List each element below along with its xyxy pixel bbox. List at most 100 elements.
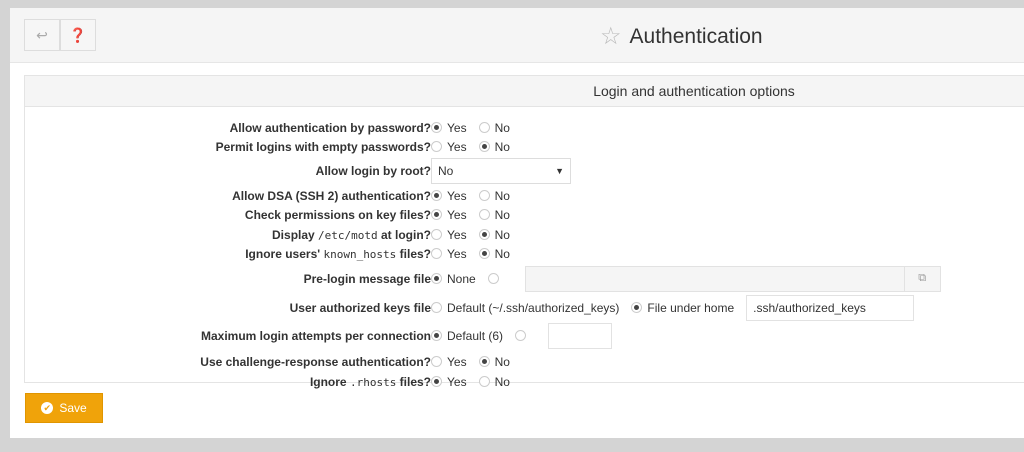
radio-no[interactable]: No [478,246,510,261]
option-row: Check permissions on key files? Yes No [25,205,1024,224]
option-row: Permit logins with empty passwords? Yes No [25,137,1024,156]
radio-circle[interactable] [431,122,442,133]
radio-circle[interactable] [431,376,442,387]
radio-circle[interactable] [515,330,527,341]
label-text: Pre-login message file [303,271,431,286]
radio-label: Yes [447,188,467,203]
radio-no[interactable]: No [478,207,510,222]
option-row: Use challenge-response authentication? Ye… [25,352,1024,371]
radio-no[interactable]: No [478,227,510,242]
return-arrow-icon: ↩ [36,26,48,43]
help-button[interactable]: ❓ [60,19,96,51]
option-controls: Yes No [431,247,516,261]
radio-circle[interactable] [431,190,442,201]
radio-circle[interactable] [478,122,490,133]
radio-label: Default (6) [447,328,504,343]
radio-circle[interactable] [431,356,442,367]
radio-yes[interactable]: Yes [431,228,467,242]
file-chooser-icon[interactable]: ⧉ [903,266,940,291]
label-text: files? [399,246,431,261]
radio-circle[interactable] [478,190,490,201]
radio-circle[interactable] [431,330,442,341]
radio-label: Yes [447,207,467,222]
star-outline-icon[interactable]: ☆ [600,22,622,51]
radio-circle[interactable] [478,376,490,387]
radio-circle[interactable] [431,273,442,284]
section-title: Login and authentication options [25,76,1024,107]
radio-custom[interactable] [515,330,527,341]
radio-yes[interactable]: Yes [431,189,467,203]
radio-circle[interactable] [431,209,442,220]
radio-no[interactable]: No [478,121,510,135]
option-row: Pre-login message file None ⧉ [25,265,1024,292]
text-input[interactable] [548,322,613,349]
option-controls: Yes No [431,121,516,135]
radio-label: None [447,271,476,286]
radio-label: Default (~/.ssh/authorized_keys) [447,300,620,315]
radio-circle[interactable] [478,356,490,367]
radio-custom[interactable] [487,273,499,284]
radio-yes[interactable]: Yes [431,140,467,154]
radio-circle[interactable] [487,273,499,284]
label-text: Permit logins with empty passwords? [215,139,431,154]
radio-no[interactable]: No [478,355,510,369]
radio-circle[interactable] [431,229,442,240]
option-row: User authorized keys file Default (~/.ssh… [25,294,1024,321]
option-label: User authorized keys file [290,301,431,315]
radio-label: No [494,374,510,389]
radio-default-ssh-authorized-keys-[interactable]: Default (~/.ssh/authorized_keys) [431,301,619,315]
radio-no[interactable]: No [478,189,510,203]
label-text: files? [399,374,431,389]
radio-label: Yes [447,227,467,242]
save-button[interactable]: ✔ Save [25,393,103,423]
radio-label: No [494,246,510,261]
option-controls: Yes No [431,208,516,222]
option-label: Use challenge-response authentication? [200,355,431,369]
label-text: known_hosts [323,247,397,261]
radio-label: No [494,227,510,242]
label-text: Maximum login attempts per connection [200,328,431,343]
radio-none[interactable]: None [431,272,476,286]
option-label: Check permissions on key files? [245,208,431,222]
radio-label: Yes [447,246,467,261]
check-circle-icon: ✔ [41,402,54,414]
option-row: Ignore users' known_hosts files? Yes No [25,244,1024,263]
option-row: Allow DSA (SSH 2) authentication? Yes No [25,186,1024,205]
radio-circle[interactable] [478,141,490,152]
top-bar: ↩ ❓ ☆ Authentication [10,8,1024,63]
label-text: Ignore [309,374,347,389]
radio-circle[interactable] [431,302,442,313]
radio-circle[interactable] [431,248,442,259]
option-controls: Yes No [431,140,516,154]
radio-yes[interactable]: Yes [431,355,467,369]
root-login-select[interactable]: No ▼ [431,157,571,184]
option-row: Display /etc/motd at login? Yes No [25,225,1024,244]
radio-no[interactable]: No [478,140,510,154]
radio-yes[interactable]: Yes [431,121,467,135]
radio-circle[interactable] [431,141,442,152]
option-controls: None ⧉ [431,265,941,292]
text-input[interactable]: .ssh/authorized_keys [746,294,915,321]
radio-yes[interactable]: Yes [431,208,467,222]
radio-yes[interactable]: Yes [431,375,467,389]
label-text: Use challenge-response authentication? [200,354,431,369]
text-input[interactable]: ⧉ [524,265,941,292]
radio-no[interactable]: No [478,374,510,389]
option-row: Ignore .rhosts files? Yes No [25,372,1024,391]
option-row: Maximum login attempts per connection Def… [25,322,1024,349]
select-value: No [438,163,454,178]
radio-label: No [494,207,510,222]
option-controls: No ▼ [431,157,571,184]
radio-file-under-home[interactable]: File under home [631,301,734,315]
radio-yes[interactable]: Yes [431,247,467,261]
radio-label: Yes [447,139,467,154]
radio-circle[interactable] [631,302,643,313]
radio-circle[interactable] [478,229,490,240]
label-text: /etc/motd [318,228,378,242]
radio-circle[interactable] [478,248,490,259]
option-controls: Yes No [431,189,516,203]
option-controls: Yes No [431,228,516,242]
radio-circle[interactable] [478,209,490,220]
radio-default-6-[interactable]: Default (6) [431,329,503,343]
back-button[interactable]: ↩ [24,19,60,51]
